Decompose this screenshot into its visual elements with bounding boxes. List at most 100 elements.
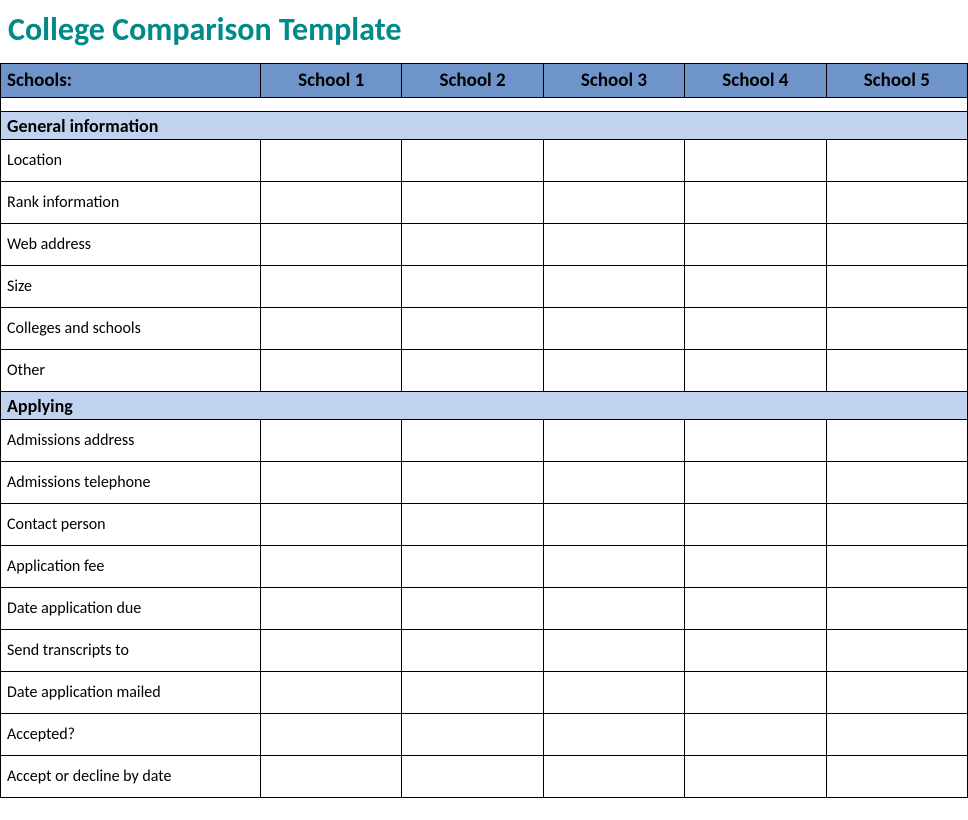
column-header: School 4 xyxy=(685,64,826,98)
data-cell[interactable] xyxy=(402,140,543,182)
data-cell[interactable] xyxy=(261,182,402,224)
schools-label-cell: Schools: xyxy=(1,64,261,98)
data-cell[interactable] xyxy=(826,672,967,714)
data-cell[interactable] xyxy=(826,756,967,798)
data-cell[interactable] xyxy=(685,266,826,308)
data-cell[interactable] xyxy=(261,504,402,546)
data-cell[interactable] xyxy=(402,182,543,224)
data-cell[interactable] xyxy=(685,546,826,588)
row-label: Web address xyxy=(1,224,261,266)
row-label: Other xyxy=(1,350,261,392)
data-cell[interactable] xyxy=(826,182,967,224)
data-cell[interactable] xyxy=(402,420,543,462)
data-cell[interactable] xyxy=(261,462,402,504)
comparison-table: Schools: School 1 School 2 School 3 Scho… xyxy=(0,63,968,798)
section-header: General information xyxy=(1,112,968,140)
table-row: Colleges and schools xyxy=(1,308,968,350)
data-cell[interactable] xyxy=(402,630,543,672)
data-cell[interactable] xyxy=(685,350,826,392)
data-cell[interactable] xyxy=(261,420,402,462)
data-cell[interactable] xyxy=(826,462,967,504)
section-title: Applying xyxy=(1,392,968,420)
data-cell[interactable] xyxy=(402,672,543,714)
data-cell[interactable] xyxy=(261,630,402,672)
row-label: Accept or decline by date xyxy=(1,756,261,798)
data-cell[interactable] xyxy=(261,140,402,182)
data-cell[interactable] xyxy=(543,756,684,798)
data-cell[interactable] xyxy=(826,588,967,630)
row-label: Send transcripts to xyxy=(1,630,261,672)
table-row: Admissions address xyxy=(1,420,968,462)
data-cell[interactable] xyxy=(402,266,543,308)
data-cell[interactable] xyxy=(685,462,826,504)
data-cell[interactable] xyxy=(402,756,543,798)
row-label: Contact person xyxy=(1,504,261,546)
data-cell[interactable] xyxy=(543,672,684,714)
data-cell[interactable] xyxy=(261,714,402,756)
data-cell[interactable] xyxy=(543,140,684,182)
table-row: Contact person xyxy=(1,504,968,546)
data-cell[interactable] xyxy=(826,224,967,266)
data-cell[interactable] xyxy=(543,420,684,462)
data-cell[interactable] xyxy=(826,420,967,462)
data-cell[interactable] xyxy=(543,546,684,588)
data-cell[interactable] xyxy=(685,420,826,462)
spacer-row xyxy=(1,98,968,112)
row-label: Application fee xyxy=(1,546,261,588)
data-cell[interactable] xyxy=(261,308,402,350)
data-cell[interactable] xyxy=(826,266,967,308)
data-cell[interactable] xyxy=(261,266,402,308)
data-cell[interactable] xyxy=(543,350,684,392)
data-cell[interactable] xyxy=(826,546,967,588)
data-cell[interactable] xyxy=(261,588,402,630)
data-cell[interactable] xyxy=(402,350,543,392)
data-cell[interactable] xyxy=(685,140,826,182)
data-cell[interactable] xyxy=(402,462,543,504)
data-cell[interactable] xyxy=(261,672,402,714)
data-cell[interactable] xyxy=(826,350,967,392)
data-cell[interactable] xyxy=(402,546,543,588)
row-label: Accepted? xyxy=(1,714,261,756)
data-cell[interactable] xyxy=(685,588,826,630)
data-cell[interactable] xyxy=(543,182,684,224)
data-cell[interactable] xyxy=(685,714,826,756)
data-cell[interactable] xyxy=(261,546,402,588)
row-label: Date application mailed xyxy=(1,672,261,714)
data-cell[interactable] xyxy=(543,588,684,630)
data-cell[interactable] xyxy=(543,504,684,546)
data-cell[interactable] xyxy=(826,504,967,546)
data-cell[interactable] xyxy=(543,714,684,756)
data-cell[interactable] xyxy=(261,224,402,266)
table-row: Admissions telephone xyxy=(1,462,968,504)
data-cell[interactable] xyxy=(543,462,684,504)
data-cell[interactable] xyxy=(685,504,826,546)
row-label: Admissions telephone xyxy=(1,462,261,504)
section-title: General information xyxy=(1,112,968,140)
data-cell[interactable] xyxy=(685,308,826,350)
data-cell[interactable] xyxy=(402,588,543,630)
row-label: Rank information xyxy=(1,182,261,224)
data-cell[interactable] xyxy=(402,224,543,266)
row-label: Location xyxy=(1,140,261,182)
data-cell[interactable] xyxy=(826,630,967,672)
data-cell[interactable] xyxy=(543,266,684,308)
data-cell[interactable] xyxy=(826,714,967,756)
data-cell[interactable] xyxy=(685,630,826,672)
data-cell[interactable] xyxy=(261,756,402,798)
data-cell[interactable] xyxy=(685,182,826,224)
data-cell[interactable] xyxy=(543,308,684,350)
row-label: Size xyxy=(1,266,261,308)
data-cell[interactable] xyxy=(685,224,826,266)
data-cell[interactable] xyxy=(685,756,826,798)
data-cell[interactable] xyxy=(826,308,967,350)
data-cell[interactable] xyxy=(402,308,543,350)
data-cell[interactable] xyxy=(543,630,684,672)
data-cell[interactable] xyxy=(261,350,402,392)
data-cell[interactable] xyxy=(543,224,684,266)
data-cell[interactable] xyxy=(685,672,826,714)
data-cell[interactable] xyxy=(402,714,543,756)
data-cell[interactable] xyxy=(826,140,967,182)
table-row: Accept or decline by date xyxy=(1,756,968,798)
data-cell[interactable] xyxy=(402,504,543,546)
column-header: School 5 xyxy=(826,64,967,98)
